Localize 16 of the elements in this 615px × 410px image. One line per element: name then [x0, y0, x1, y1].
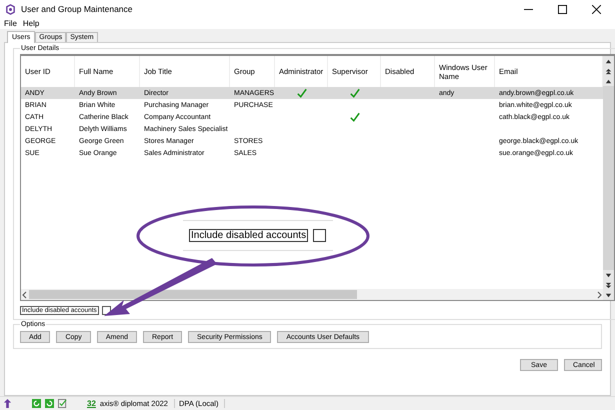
- close-icon[interactable]: [592, 4, 601, 14]
- app-icon: [5, 4, 16, 14]
- refresh-icon[interactable]: [45, 399, 54, 408]
- scroll-left-icon[interactable]: [21, 290, 29, 298]
- status-count: 32: [87, 399, 96, 408]
- up-arrow-icon[interactable]: [3, 399, 12, 408]
- maximize-icon[interactable]: [558, 4, 567, 14]
- menu-item[interactable]: File: [4, 19, 17, 28]
- scroll-right-icon[interactable]: [595, 290, 603, 298]
- checkbox-label: Include disabled accounts: [189, 229, 308, 242]
- scroll-top-icon[interactable]: [603, 66, 614, 76]
- window-title: User and Group Maintenance: [21, 4, 133, 14]
- scroll-bottom-icon[interactable]: [603, 280, 614, 290]
- refresh-icon[interactable]: [32, 399, 41, 408]
- menu-item[interactable]: Help: [22, 19, 40, 28]
- checklist-icon[interactable]: [58, 399, 67, 408]
